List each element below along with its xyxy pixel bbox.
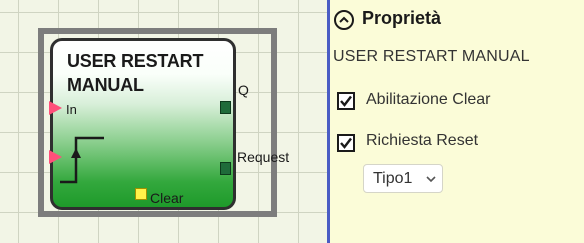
output-pin-request-label: Request <box>237 149 290 165</box>
properties-title: Proprietà <box>362 8 442 28</box>
input-pin-in-label: In <box>66 102 77 117</box>
properties-subtitle: USER RESTART MANUAL <box>333 48 530 65</box>
checkmark-icon <box>340 137 352 149</box>
rising-edge-icon <box>60 136 104 184</box>
type-select[interactable]: Tipo1 <box>363 164 443 193</box>
chevron-up-circle-icon[interactable] <box>334 10 354 30</box>
reset-request-checkbox[interactable] <box>337 134 355 152</box>
block-title: USER RESTART MANUAL <box>67 51 204 95</box>
type-select-value: Tipo1 <box>373 170 413 187</box>
reset-request-label[interactable]: Richiesta Reset <box>366 132 478 150</box>
enable-clear-checkbox[interactable] <box>337 92 355 110</box>
diagram-canvas[interactable]: USER RESTART MANUAL In Q Request Clear <box>0 0 327 243</box>
enable-clear-label[interactable]: Abilitazione Clear <box>366 91 491 109</box>
properties-panel: Proprietà USER RESTART MANUAL Abilitazio… <box>330 0 584 243</box>
chevron-down-icon <box>426 176 436 183</box>
clear-pin-label: Clear <box>150 190 184 206</box>
output-pin-request[interactable] <box>220 162 231 175</box>
output-pin-q[interactable] <box>220 101 231 114</box>
output-pin-q-label: Q <box>238 82 249 98</box>
clear-pin[interactable] <box>135 188 147 200</box>
checkmark-icon <box>340 95 352 107</box>
input-pin-in[interactable] <box>49 101 62 115</box>
